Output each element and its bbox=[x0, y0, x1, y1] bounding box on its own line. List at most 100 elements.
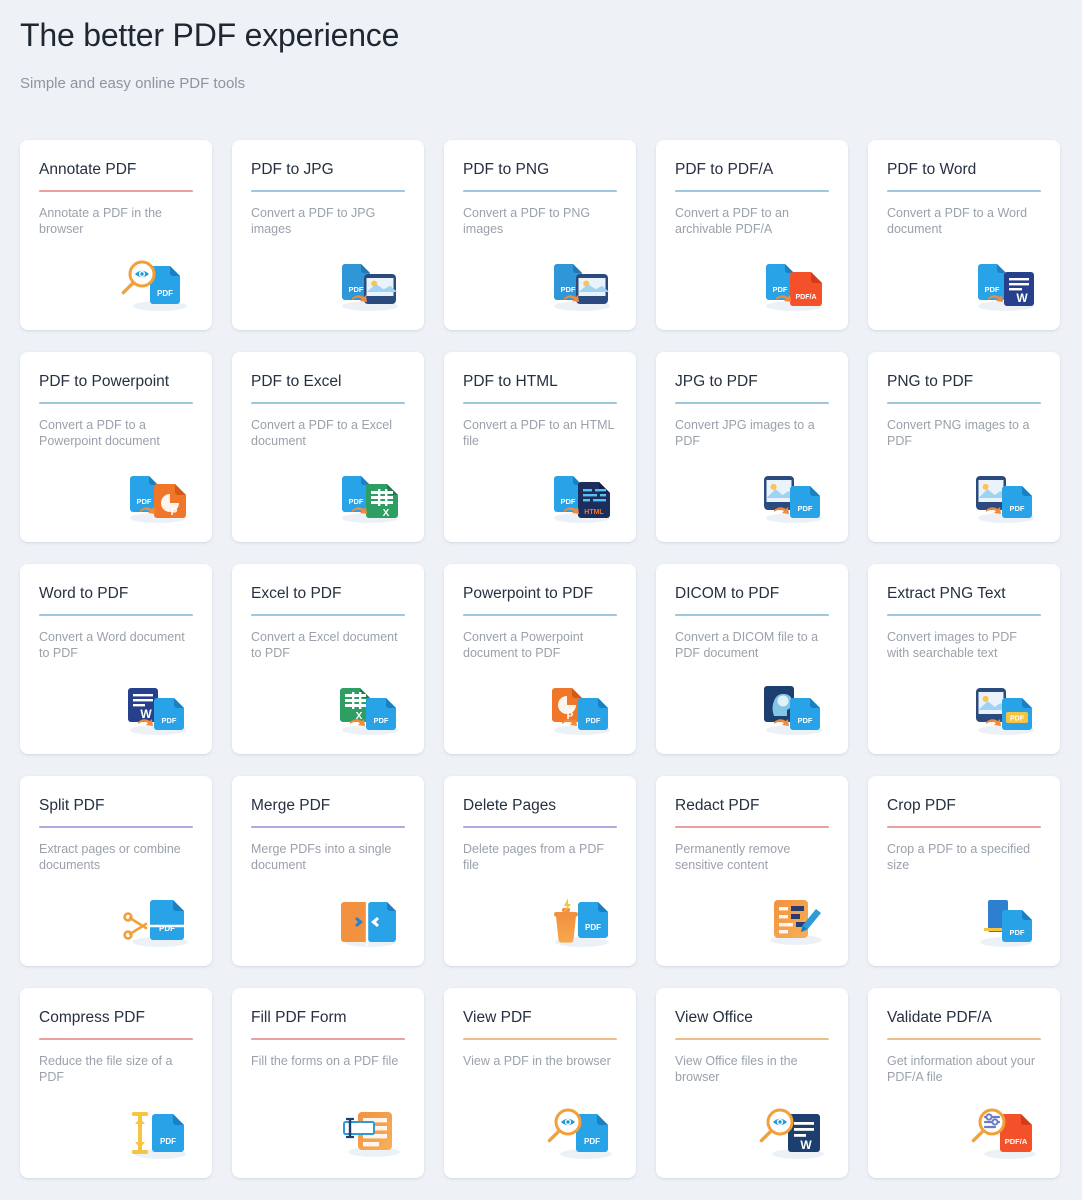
svg-text:PDF: PDF bbox=[584, 1137, 600, 1146]
svg-text:PDF: PDF bbox=[586, 716, 601, 725]
tool-card-rule bbox=[251, 402, 405, 404]
tool-card-pdf-to-excel[interactable]: PDF to Excel Convert a PDF to a Excel doc… bbox=[232, 352, 424, 542]
svg-text:PDF: PDF bbox=[137, 497, 152, 506]
tool-card-extract-png-text[interactable]: Extract PNG Text Convert images to PDF wi… bbox=[868, 564, 1060, 754]
word-to-pdf-icon: W PDF bbox=[114, 672, 198, 742]
tool-card-description: Convert a PDF to a Excel document bbox=[251, 418, 393, 448]
svg-text:PDF: PDF bbox=[561, 497, 576, 506]
tool-card-title: PDF to Excel bbox=[251, 373, 342, 390]
tool-card-word-to-pdf[interactable]: Word to PDF Convert a Word document to PD… bbox=[20, 564, 212, 754]
tool-card-pdf-to-pdf-a[interactable]: PDF to PDF/A Convert a PDF to an archivab… bbox=[656, 140, 848, 330]
merge-pdf-icon bbox=[326, 884, 410, 954]
tool-card-title: Validate PDF/A bbox=[887, 1009, 992, 1026]
tool-card-description: Get information about your PDF/A file bbox=[887, 1054, 1035, 1084]
tool-card-title: PDF to PNG bbox=[463, 161, 550, 178]
tool-card-rule bbox=[463, 1038, 617, 1040]
tool-card-compress-pdf[interactable]: Compress PDF Reduce the file size of a PD… bbox=[20, 988, 212, 1178]
tool-card-title: Crop PDF bbox=[887, 797, 956, 814]
tool-card-rule bbox=[39, 614, 193, 616]
tool-card-png-to-pdf[interactable]: PNG to PDF Convert PNG images to a PDF PD… bbox=[868, 352, 1060, 542]
tool-card-title: PDF to Powerpoint bbox=[39, 373, 170, 390]
tool-card-description: Convert images to PDF with searchable te… bbox=[887, 630, 1017, 660]
tool-card-description: Convert a DICOM file to a PDF document bbox=[675, 630, 819, 660]
svg-text:PDF/A: PDF/A bbox=[796, 294, 817, 301]
tool-card-excel-to-pdf[interactable]: Excel to PDF Convert a Excel document to … bbox=[232, 564, 424, 754]
tool-card-description: Convert a PDF to JPG images bbox=[251, 206, 376, 236]
svg-text:W: W bbox=[140, 707, 152, 721]
svg-text:PDF: PDF bbox=[157, 289, 173, 298]
page-subtitle: Simple and easy online PDF tools bbox=[20, 75, 246, 92]
tool-card-description: Convert a Excel document to PDF bbox=[251, 630, 398, 660]
tool-card-rule bbox=[675, 826, 829, 828]
pdf-to-powerpoint-icon: PDF P bbox=[114, 460, 198, 530]
tool-card-fill-pdf-form[interactable]: Fill PDF Form Fill the forms on a PDF fil… bbox=[232, 988, 424, 1178]
tool-card-rule bbox=[463, 190, 617, 192]
tool-card-grid: Annotate PDF Annotate a PDF in the browse… bbox=[20, 140, 1062, 1178]
svg-text:W: W bbox=[800, 1138, 812, 1152]
view-office-icon: W bbox=[750, 1096, 834, 1166]
tool-card-powerpoint-to-pdf[interactable]: Powerpoint to PDF Convert a Powerpoint do… bbox=[444, 564, 636, 754]
pdf-to-html-icon: PDF HTML bbox=[538, 460, 622, 530]
tool-card-title: DICOM to PDF bbox=[675, 585, 780, 602]
tool-card-title: View PDF bbox=[463, 1009, 532, 1026]
tool-card-pdf-to-png[interactable]: PDF to PNG Convert a PDF to PNG images PD… bbox=[444, 140, 636, 330]
validate-pdfa-icon: PDF/A bbox=[962, 1096, 1046, 1166]
tool-card-pdf-to-jpg[interactable]: PDF to JPG Convert a PDF to JPG images PD… bbox=[232, 140, 424, 330]
tool-card-rule bbox=[887, 190, 1041, 192]
svg-text:PDF: PDF bbox=[1010, 504, 1025, 513]
svg-text:PDF: PDF bbox=[374, 716, 389, 725]
tool-card-annotate-pdf[interactable]: Annotate PDF Annotate a PDF in the browse… bbox=[20, 140, 212, 330]
tool-card-description: Convert PNG images to a PDF bbox=[887, 418, 1030, 448]
crop-pdf-icon: PDF bbox=[962, 884, 1046, 954]
svg-text:PDF: PDF bbox=[160, 1137, 176, 1146]
tool-card-description: Convert a Powerpoint document to PDF bbox=[463, 630, 584, 660]
tool-card-rule bbox=[887, 1038, 1041, 1040]
svg-text:P: P bbox=[171, 507, 178, 518]
pdf-to-image-icon: PDF bbox=[326, 248, 410, 318]
tool-card-description: View Office files in the browser bbox=[675, 1054, 798, 1084]
redact-pdf-icon bbox=[750, 884, 834, 954]
tool-card-description: Reduce the file size of a PDF bbox=[39, 1054, 173, 1084]
page-title: The better PDF experience bbox=[20, 17, 400, 53]
tool-card-rule bbox=[39, 190, 193, 192]
svg-text:PDF: PDF bbox=[798, 716, 813, 725]
tool-card-validate-pdf-a[interactable]: Validate PDF/A Get information about your… bbox=[868, 988, 1060, 1178]
tool-card-split-pdf[interactable]: Split PDF Extract pages or combine docume… bbox=[20, 776, 212, 966]
tool-card-rule bbox=[251, 190, 405, 192]
tool-card-rule bbox=[463, 826, 617, 828]
tool-card-rule bbox=[675, 1038, 829, 1040]
image-to-pdf-icon: PDF bbox=[962, 460, 1046, 530]
tool-card-delete-pages[interactable]: Delete Pages Delete pages from a PDF file… bbox=[444, 776, 636, 966]
svg-text:X: X bbox=[383, 508, 390, 519]
svg-text:PDF: PDF bbox=[798, 504, 813, 513]
tool-card-title: PDF to Word bbox=[887, 161, 977, 178]
tool-card-redact-pdf[interactable]: Redact PDF Permanently remove sensitive c… bbox=[656, 776, 848, 966]
svg-text:PDF: PDF bbox=[349, 285, 364, 294]
tool-card-merge-pdf[interactable]: Merge PDF Merge PDFs into a single docume… bbox=[232, 776, 424, 966]
tool-card-pdf-to-html[interactable]: PDF to HTML Convert a PDF to an HTML file… bbox=[444, 352, 636, 542]
tool-card-view-office[interactable]: View Office View Office files in the brow… bbox=[656, 988, 848, 1178]
dicom-to-pdf-icon: PDF bbox=[750, 672, 834, 742]
tool-card-description: Convert a PDF to an archivable PDF/A bbox=[675, 206, 789, 236]
pdf-to-pdfa-icon: PDF PDF/A bbox=[750, 248, 834, 318]
tool-card-dicom-to-pdf[interactable]: DICOM to PDF Convert a DICOM file to a PD… bbox=[656, 564, 848, 754]
tool-card-description: Convert a Word document to PDF bbox=[39, 630, 185, 660]
svg-text:PDF: PDF bbox=[349, 497, 364, 506]
tool-card-title: PDF to HTML bbox=[463, 373, 558, 390]
tool-card-description: Merge PDFs into a single document bbox=[251, 842, 392, 872]
tool-card-jpg-to-pdf[interactable]: JPG to PDF Convert JPG images to a PDF PD… bbox=[656, 352, 848, 542]
tool-card-rule bbox=[675, 614, 829, 616]
tool-card-rule bbox=[463, 402, 617, 404]
tool-card-crop-pdf[interactable]: Crop PDF Crop a PDF to a specified size P… bbox=[868, 776, 1060, 966]
tool-card-description: Convert a PDF to a Powerpoint document bbox=[39, 418, 160, 448]
tool-card-title: Fill PDF Form bbox=[251, 1009, 347, 1026]
tool-card-pdf-to-word[interactable]: PDF to Word Convert a PDF to a Word docum… bbox=[868, 140, 1060, 330]
pdf-to-excel-icon: PDF X bbox=[326, 460, 410, 530]
tool-card-description: Annotate a PDF in the browser bbox=[39, 206, 162, 236]
tool-card-title: PNG to PDF bbox=[887, 373, 974, 390]
tool-card-description: Convert a PDF to an HTML file bbox=[463, 418, 614, 448]
svg-text:PDF: PDF bbox=[585, 923, 601, 932]
tool-card-pdf-to-powerpoint[interactable]: PDF to Powerpoint Convert a PDF to a Powe… bbox=[20, 352, 212, 542]
tool-card-view-pdf[interactable]: View PDF View a PDF in the browser PDF bbox=[444, 988, 636, 1178]
image-to-pdf-icon: PDF bbox=[750, 460, 834, 530]
